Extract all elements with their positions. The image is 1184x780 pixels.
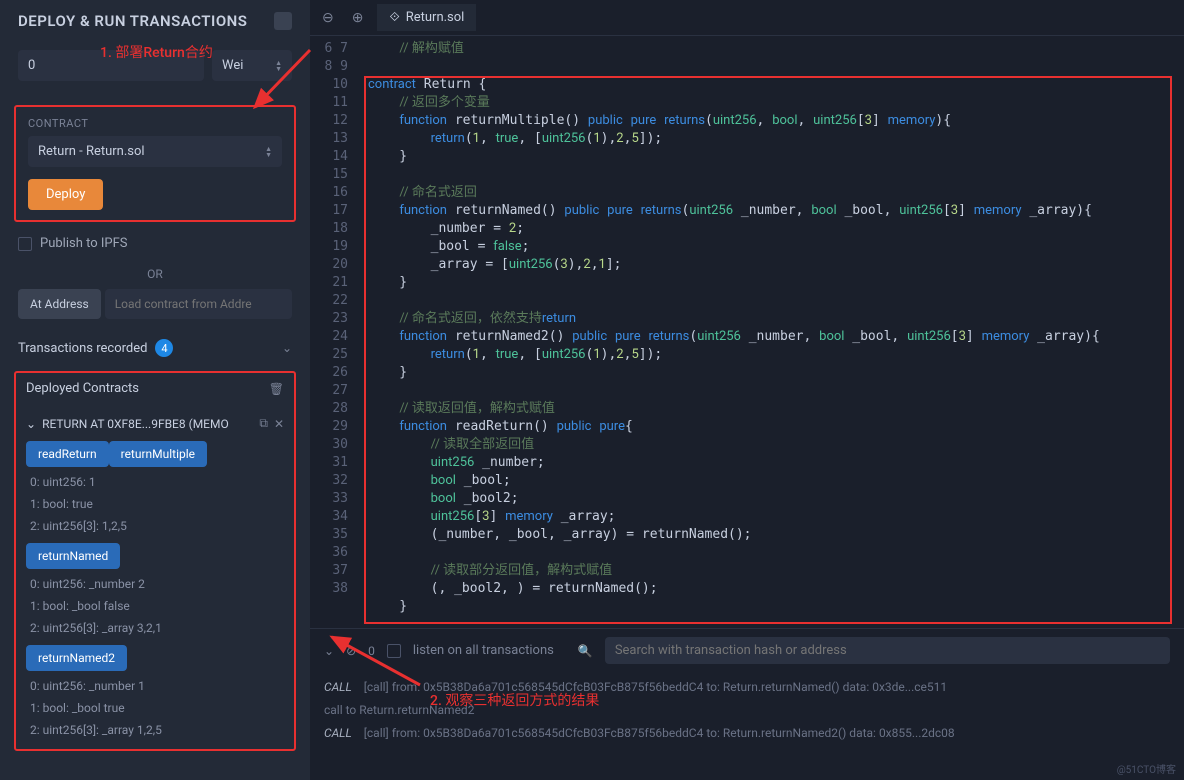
panel-title: DEPLOY & RUN TRANSACTIONS [0, 0, 310, 42]
function-button-returnNamed2[interactable]: returnNamed2 [26, 645, 127, 671]
function-result: 0: uint256: _number 2 [26, 573, 284, 595]
function-result: 2: uint256[3]: _array 3,2,1 [26, 617, 284, 639]
deploy-button[interactable]: Deploy [28, 179, 103, 210]
function-result: 1: bool: _bool false [26, 595, 284, 617]
solidity-icon: ⟐ [389, 10, 399, 25]
function-result: 2: uint256[3]: _array 1,2,5 [26, 719, 284, 741]
listen-checkbox[interactable] [387, 644, 401, 658]
contract-instance-label: RETURN AT 0XF8E...9FBE8 (MEMO [42, 417, 253, 431]
or-divider: OR [0, 259, 310, 289]
function-result: 2: uint256[3]: 1,2,5 [26, 515, 284, 537]
publish-ipfs-row[interactable]: Publish to IPFS [0, 228, 310, 259]
code-content[interactable]: // 解构赋值 contract Return { // 返回多个变量 func… [358, 36, 1184, 628]
count-label: 0 [368, 644, 375, 658]
transactions-recorded-row[interactable]: Transactions recorded 4 ⌄ [0, 329, 310, 367]
function-result: 0: uint256: 1 [26, 471, 284, 493]
zoom-in-icon[interactable]: ⊕ [348, 6, 368, 30]
function-button-returnMultiple[interactable]: returnMultiple [109, 441, 207, 467]
function-result: 0: uint256: _number 1 [26, 675, 284, 697]
contract-selected-text: Return - Return.sol [38, 144, 145, 159]
copy-icon[interactable]: ⧉ [259, 416, 268, 431]
editor-tabs: ⊖ ⊕ ⟐ Return.sol [310, 0, 1184, 36]
editor-area: ⊖ ⊕ ⟐ Return.sol 6 7 8 9 10 11 12 13 14 … [310, 0, 1184, 780]
function-button-readReturn[interactable]: readReturn [26, 441, 109, 467]
block-icon[interactable]: ⊘ [346, 644, 356, 658]
chevron-down-icon[interactable]: ⌄ [282, 341, 292, 355]
close-icon[interactable]: ✕ [274, 417, 284, 431]
panel-menu-icon[interactable] [274, 12, 292, 30]
deployed-contracts-label: Deployed Contracts [26, 381, 139, 396]
contract-select[interactable]: Return - Return.sol ▲▼ [28, 136, 282, 167]
transactions-count-badge: 4 [155, 339, 173, 357]
checkbox-icon[interactable] [18, 237, 32, 251]
deployed-contracts-box: Deployed Contracts 🗑 ⌄ RETURN AT 0XF8E..… [14, 371, 296, 751]
terminal-line: call to Return.returnNamed2 [324, 699, 1170, 722]
chevron-updown-icon: ▲▼ [275, 60, 282, 72]
terminal-line: CALL[call] from: 0x5B38Da6a701c568545dCf… [324, 676, 1170, 699]
chevron-updown-icon: ▲▼ [265, 146, 272, 158]
publish-ipfs-label: Publish to IPFS [40, 236, 128, 251]
contract-label: CONTRACT [28, 117, 282, 130]
panel-title-text: DEPLOY & RUN TRANSACTIONS [18, 12, 247, 30]
chevron-down-icon[interactable]: ⌄ [324, 644, 334, 658]
line-gutter: 6 7 8 9 10 11 12 13 14 15 16 17 18 19 20… [310, 36, 358, 628]
file-tab-label: Return.sol [406, 10, 465, 25]
function-button-returnNamed[interactable]: returnNamed [26, 543, 120, 569]
terminal-output[interactable]: CALL[call] from: 0x5B38Da6a701c568545dCf… [310, 672, 1184, 780]
function-result: 1: bool: true [26, 493, 284, 515]
listen-label: listen on all transactions [413, 643, 554, 658]
code-editor[interactable]: 6 7 8 9 10 11 12 13 14 15 16 17 18 19 20… [310, 36, 1184, 628]
value-input[interactable] [18, 50, 204, 81]
zoom-out-icon[interactable]: ⊖ [318, 6, 338, 30]
function-result: 1: bool: _bool true [26, 697, 284, 719]
deploy-run-panel: DEPLOY & RUN TRANSACTIONS Wei ▲▼ CONTRAC… [0, 0, 310, 780]
contract-box: CONTRACT Return - Return.sol ▲▼ Deploy [14, 105, 296, 222]
file-tab[interactable]: ⟐ Return.sol [377, 4, 476, 31]
search-icon[interactable]: 🔍 [578, 644, 593, 658]
terminal-search-input[interactable] [605, 637, 1170, 664]
watermark: @51CTO博客 [1117, 761, 1176, 776]
terminal-line: CALL[call] from: 0x5B38Da6a701c568545dCf… [324, 722, 1170, 745]
contract-instance-row[interactable]: ⌄ RETURN AT 0XF8E...9FBE8 (MEMO ⧉ ✕ [26, 412, 284, 435]
value-unit-select[interactable]: Wei ▲▼ [212, 50, 292, 81]
at-address-button[interactable]: At Address [18, 289, 101, 319]
transactions-recorded-label: Transactions recorded [18, 341, 147, 356]
load-address-input[interactable] [105, 289, 292, 319]
terminal-panel: ⌄ ⊘ 0 listen on all transactions 🔍 CALL[… [310, 628, 1184, 780]
chevron-down-icon: ⌄ [26, 417, 36, 431]
value-unit-label: Wei [222, 58, 243, 73]
trash-icon[interactable]: 🗑 [269, 382, 284, 396]
